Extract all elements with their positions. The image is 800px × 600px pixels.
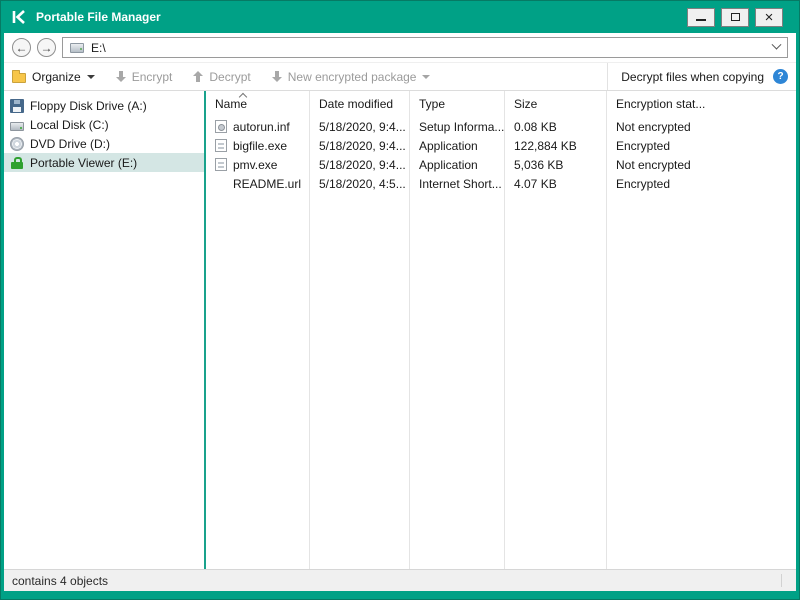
column-line [206,193,310,569]
decrypt-button[interactable]: Decrypt [192,69,251,84]
sidebar-item-portable-viewer-e[interactable]: Portable Viewer (E:) [4,153,204,172]
no-icon [215,177,227,190]
address-dropdown-chevron-icon[interactable] [771,39,782,50]
hard-disk-icon [10,121,24,131]
close-button[interactable] [755,7,783,27]
file-row-date[interactable]: 5/18/2020, 9:4... [310,136,410,155]
file-row-type[interactable]: Application [410,136,505,155]
new-encrypted-package-button[interactable]: New encrypted package [271,70,431,84]
decrypt-arrow-icon [192,70,204,83]
column-header-type[interactable]: Type [410,91,505,117]
kaspersky-logo-icon [11,9,27,25]
forward-button[interactable] [37,38,56,57]
encrypt-button[interactable]: Encrypt [115,69,173,84]
window-controls [687,7,783,27]
application-file-icon [215,139,227,152]
folder-icon [12,69,26,83]
chevron-down-icon [422,75,431,79]
main-area: Floppy Disk Drive (A:) Local Disk (C:) D… [4,91,796,569]
file-row-size[interactable]: 0.08 KB [505,117,607,136]
file-row-encryption[interactable]: Encrypted [607,174,796,193]
minimize-button[interactable] [687,7,715,27]
address-text: E:\ [91,40,106,55]
application-file-icon [215,158,227,171]
drive-label: Local Disk (C:) [30,117,109,132]
navigation-bar: E:\ [4,33,796,63]
column-header-encryption-status[interactable]: Encryption stat... [607,91,796,117]
toolbar: Organize Encrypt Decrypt New encrypted p… [4,63,796,91]
lock-icon [10,156,24,170]
sidebar-item-floppy-a[interactable]: Floppy Disk Drive (A:) [4,96,204,115]
sidebar-item-local-disk-c[interactable]: Local Disk (C:) [4,115,204,134]
file-row-date[interactable]: 5/18/2020, 9:4... [310,155,410,174]
setup-information-file-icon [215,120,227,133]
encrypt-arrow-icon [115,70,126,83]
floppy-icon [10,98,24,113]
decrypt-when-copying-label: Decrypt files when copying [621,69,764,84]
new-encrypted-package-label: New encrypted package [287,69,417,84]
package-arrow-icon [271,70,282,83]
column-header-name[interactable]: Name [206,91,310,117]
column-header-date-modified[interactable]: Date modified [310,91,410,117]
status-bar: contains 4 objects [4,569,796,591]
address-bar[interactable]: E:\ [62,37,788,58]
column-header-size[interactable]: Size [505,91,607,117]
sidebar-item-dvd-d[interactable]: DVD Drive (D:) [4,134,204,153]
toolbar-separator [607,63,609,90]
drive-icon [70,42,84,53]
file-row-type[interactable]: Internet Short... [410,174,505,193]
file-row-encryption[interactable]: Not encrypted [607,117,796,136]
titlebar: Portable File Manager [1,1,799,33]
window-content: E:\ Organize Encrypt Decrypt New encrypt… [4,33,796,591]
organize-label: Organize [32,69,81,84]
file-row-encryption[interactable]: Not encrypted [607,155,796,174]
toolbar-right: Decrypt files when copying [607,63,788,90]
file-row-size[interactable]: 5,036 KB [505,155,607,174]
drive-label: Portable Viewer (E:) [30,155,138,170]
file-row-encryption[interactable]: Encrypted [607,136,796,155]
file-row-name[interactable]: README.url [206,174,310,193]
help-icon[interactable] [773,69,788,84]
file-row-type[interactable]: Setup Informa... [410,117,505,136]
file-row-size[interactable]: 4.07 KB [505,174,607,193]
file-row-name[interactable]: pmv.exe [206,155,310,174]
drive-label: DVD Drive (D:) [30,136,110,151]
maximize-button[interactable] [721,7,749,27]
drive-list: Floppy Disk Drive (A:) Local Disk (C:) D… [4,91,204,569]
status-text: contains 4 objects [12,573,109,588]
dvd-icon [10,136,24,151]
column-line [310,193,410,569]
minimize-icon [696,18,706,21]
file-row-name[interactable]: bigfile.exe [206,136,310,155]
file-row-date[interactable]: 5/18/2020, 4:5... [310,174,410,193]
decrypt-label: Decrypt [209,69,251,84]
column-line [410,193,505,569]
encrypt-label: Encrypt [131,69,173,84]
drive-label: Floppy Disk Drive (A:) [30,98,147,113]
chevron-down-icon [86,75,95,79]
file-row-size[interactable]: 122,884 KB [505,136,607,155]
portable-file-manager-window: Portable File Manager E:\ [0,0,800,600]
file-list-panel: Name Date modified Type Size Encryption … [206,91,796,569]
file-row-type[interactable]: Application [410,155,505,174]
back-button[interactable] [12,38,31,57]
file-row-name[interactable]: autorun.inf [206,117,310,136]
window-title: Portable File Manager [36,10,161,24]
close-icon [765,10,774,25]
maximize-icon [730,13,740,21]
column-line [505,193,607,569]
empty-area [607,193,796,569]
file-table: Name Date modified Type Size Encryption … [206,91,796,569]
file-row-date[interactable]: 5/18/2020, 9:4... [310,117,410,136]
organize-button[interactable]: Organize [12,69,95,84]
